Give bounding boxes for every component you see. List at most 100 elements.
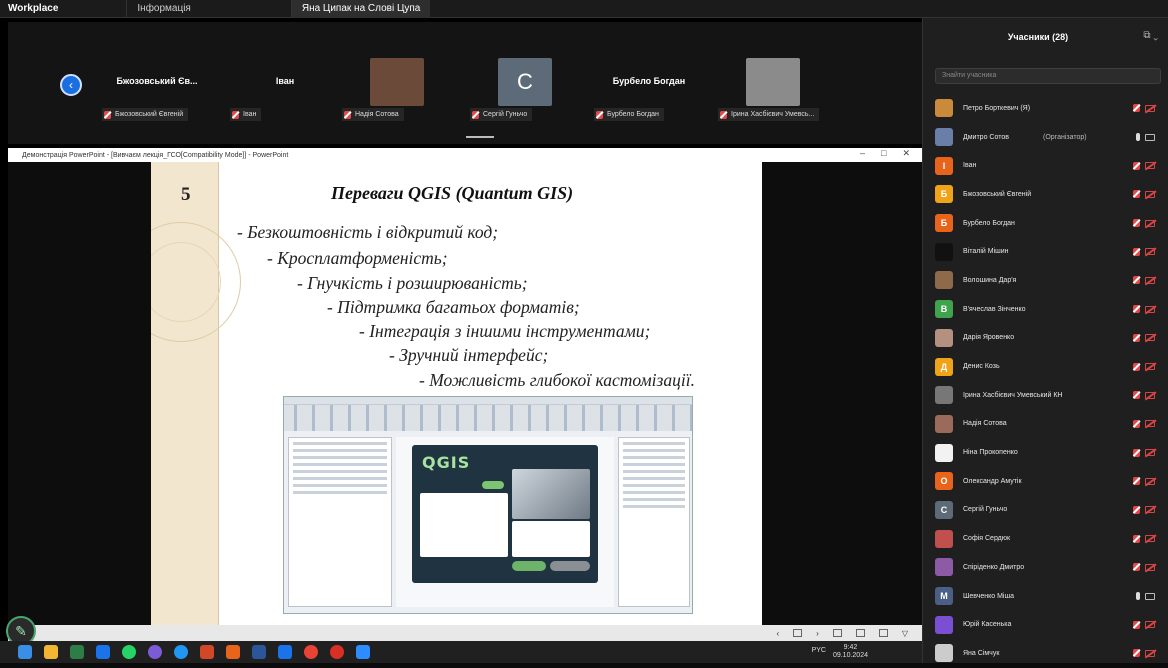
mic-muted-icon[interactable] <box>1133 448 1140 457</box>
minimize-icon[interactable]: – <box>860 148 865 159</box>
camera-off-icon[interactable] <box>1145 391 1155 399</box>
slide-view-icon[interactable] <box>793 629 803 637</box>
system-clock[interactable]: 9:42 09.10.2024 <box>833 644 868 660</box>
mic-on-icon[interactable] <box>1136 133 1140 142</box>
participant-row[interactable]: Спіріденко Дмитро <box>923 553 1168 582</box>
participant-row[interactable]: Волошина Дар'я <box>923 266 1168 295</box>
participant-row[interactable]: Ірина Хасбієвич Умевський КН <box>923 381 1168 410</box>
participant-row[interactable]: С Сергій Гуньчо <box>923 496 1168 525</box>
mic-muted-icon[interactable] <box>1133 534 1140 543</box>
app-icon[interactable] <box>96 645 110 659</box>
chrome-icon[interactable] <box>304 645 318 659</box>
mic-muted-icon[interactable] <box>1133 391 1140 400</box>
camera-on-icon[interactable] <box>1145 592 1155 600</box>
camera-off-icon[interactable] <box>1145 420 1155 428</box>
opera-icon[interactable] <box>330 645 344 659</box>
close-icon[interactable]: ✕ <box>902 148 910 159</box>
camera-off-icon[interactable] <box>1145 363 1155 371</box>
slideshow-icon[interactable]: ▽ <box>902 629 908 638</box>
strip-prev-button[interactable]: ‹ <box>60 74 82 96</box>
word-icon[interactable] <box>252 645 266 659</box>
tab-info[interactable]: Інформація <box>126 0 200 18</box>
camera-off-icon[interactable] <box>1145 104 1155 112</box>
powerpoint-icon[interactable] <box>200 645 214 659</box>
whatsapp-icon[interactable] <box>122 645 136 659</box>
participant-row[interactable]: Д Денис Козь <box>923 352 1168 381</box>
participant-tile[interactable]: C Сергій Гуньчо <box>470 58 600 128</box>
participant-tile[interactable]: Бжозовський Єв... Бжозовський Євгеній <box>102 58 232 128</box>
normal-view-icon[interactable] <box>832 629 842 637</box>
avatar-letter: В <box>940 304 948 315</box>
mic-muted-icon[interactable] <box>1133 305 1140 314</box>
mic-muted-icon[interactable] <box>1133 247 1140 256</box>
camera-off-icon[interactable] <box>1145 190 1155 198</box>
camera-off-icon[interactable] <box>1145 621 1155 629</box>
camera-off-icon[interactable] <box>1145 506 1155 514</box>
tab-meeting[interactable]: Яна Ципак на Слові Цупа <box>290 0 431 18</box>
participant-row[interactable]: О Олександр Амутік <box>923 467 1168 496</box>
camera-on-icon[interactable] <box>1145 133 1155 141</box>
avatar-letter: М <box>940 591 948 602</box>
participant-row[interactable]: В В'ячеслав Зінченко <box>923 295 1168 324</box>
camera-off-icon[interactable] <box>1145 248 1155 256</box>
participant-row[interactable]: Б Бурбело Богдан <box>923 209 1168 238</box>
mic-muted-icon[interactable] <box>1133 219 1140 228</box>
mic-muted-icon[interactable] <box>1133 104 1140 113</box>
popout-icon[interactable]: ⧉ ⌄ <box>1143 30 1158 41</box>
mic-muted-icon[interactable] <box>1133 505 1140 514</box>
reading-view-icon[interactable] <box>878 629 888 637</box>
participant-row[interactable]: Юрій Касенька <box>923 610 1168 639</box>
camera-off-icon[interactable] <box>1145 535 1155 543</box>
mic-muted-icon[interactable] <box>1133 362 1140 371</box>
language-indicator[interactable]: PYC <box>812 647 826 654</box>
participant-row[interactable]: М Шевченко Міша <box>923 582 1168 611</box>
mic-muted-icon[interactable] <box>1133 620 1140 629</box>
participant-row[interactable]: Б Бжозовський Євгеній <box>923 180 1168 209</box>
mic-on-icon[interactable] <box>1136 592 1140 601</box>
telegram-icon[interactable] <box>174 645 188 659</box>
participant-row[interactable]: Ніна Прокопенко <box>923 438 1168 467</box>
camera-off-icon[interactable] <box>1145 477 1155 485</box>
participant-row[interactable]: І Іван <box>923 151 1168 180</box>
participant-tile[interactable]: Надія Сотова <box>342 58 472 128</box>
mic-muted-icon[interactable] <box>1133 419 1140 428</box>
camera-off-icon[interactable] <box>1145 334 1155 342</box>
explorer-icon[interactable] <box>44 645 58 659</box>
camera-off-icon[interactable] <box>1145 276 1155 284</box>
participant-tile[interactable]: Ірина Хасбієвич Умевсь... <box>718 58 848 128</box>
mic-muted-icon[interactable] <box>1133 649 1140 658</box>
avatar: І <box>935 156 953 175</box>
mic-muted-icon[interactable] <box>1133 563 1140 572</box>
camera-off-icon[interactable] <box>1145 449 1155 457</box>
viber-icon[interactable] <box>148 645 162 659</box>
sorter-view-icon[interactable] <box>855 629 865 637</box>
zoom-icon[interactable] <box>356 645 370 659</box>
mic-muted-icon[interactable] <box>1133 276 1140 285</box>
participant-row[interactable]: Яна Сімчук <box>923 639 1168 668</box>
participant-tile[interactable]: Бурбело Богдан Бурбело Богдан <box>594 58 724 128</box>
camera-off-icon[interactable] <box>1145 162 1155 170</box>
excel-icon[interactable] <box>70 645 84 659</box>
maximize-icon[interactable]: □ <box>881 148 886 159</box>
camera-off-icon[interactable] <box>1145 563 1155 571</box>
camera-off-icon[interactable] <box>1145 649 1155 657</box>
mic-muted-icon[interactable] <box>1133 161 1140 170</box>
mic-muted-icon[interactable] <box>1133 190 1140 199</box>
participant-tile[interactable]: Іван Іван <box>230 58 360 128</box>
participant-row[interactable]: Софія Сердюк <box>923 524 1168 553</box>
participant-row[interactable]: Дарія Яровенко <box>923 324 1168 353</box>
participant-row[interactable]: Віталій Мішин <box>923 237 1168 266</box>
participant-row[interactable]: Дмитро Сотов (Організатор) <box>923 123 1168 152</box>
camera-off-icon[interactable] <box>1145 305 1155 313</box>
camera-off-icon[interactable] <box>1145 219 1155 227</box>
mic-muted-icon[interactable] <box>1133 477 1140 486</box>
next-slide-icon[interactable]: › <box>816 629 819 638</box>
app-icon[interactable] <box>226 645 240 659</box>
participant-search-input[interactable]: Знайти учасника <box>935 68 1161 84</box>
app-icon[interactable] <box>278 645 292 659</box>
participant-row[interactable]: Петро Борткевич (Я) <box>923 94 1168 123</box>
prev-slide-icon[interactable]: ‹ <box>777 629 780 638</box>
participant-row[interactable]: Надія Сотова <box>923 410 1168 439</box>
mic-muted-icon[interactable] <box>1133 333 1140 342</box>
start-icon[interactable] <box>18 645 32 659</box>
